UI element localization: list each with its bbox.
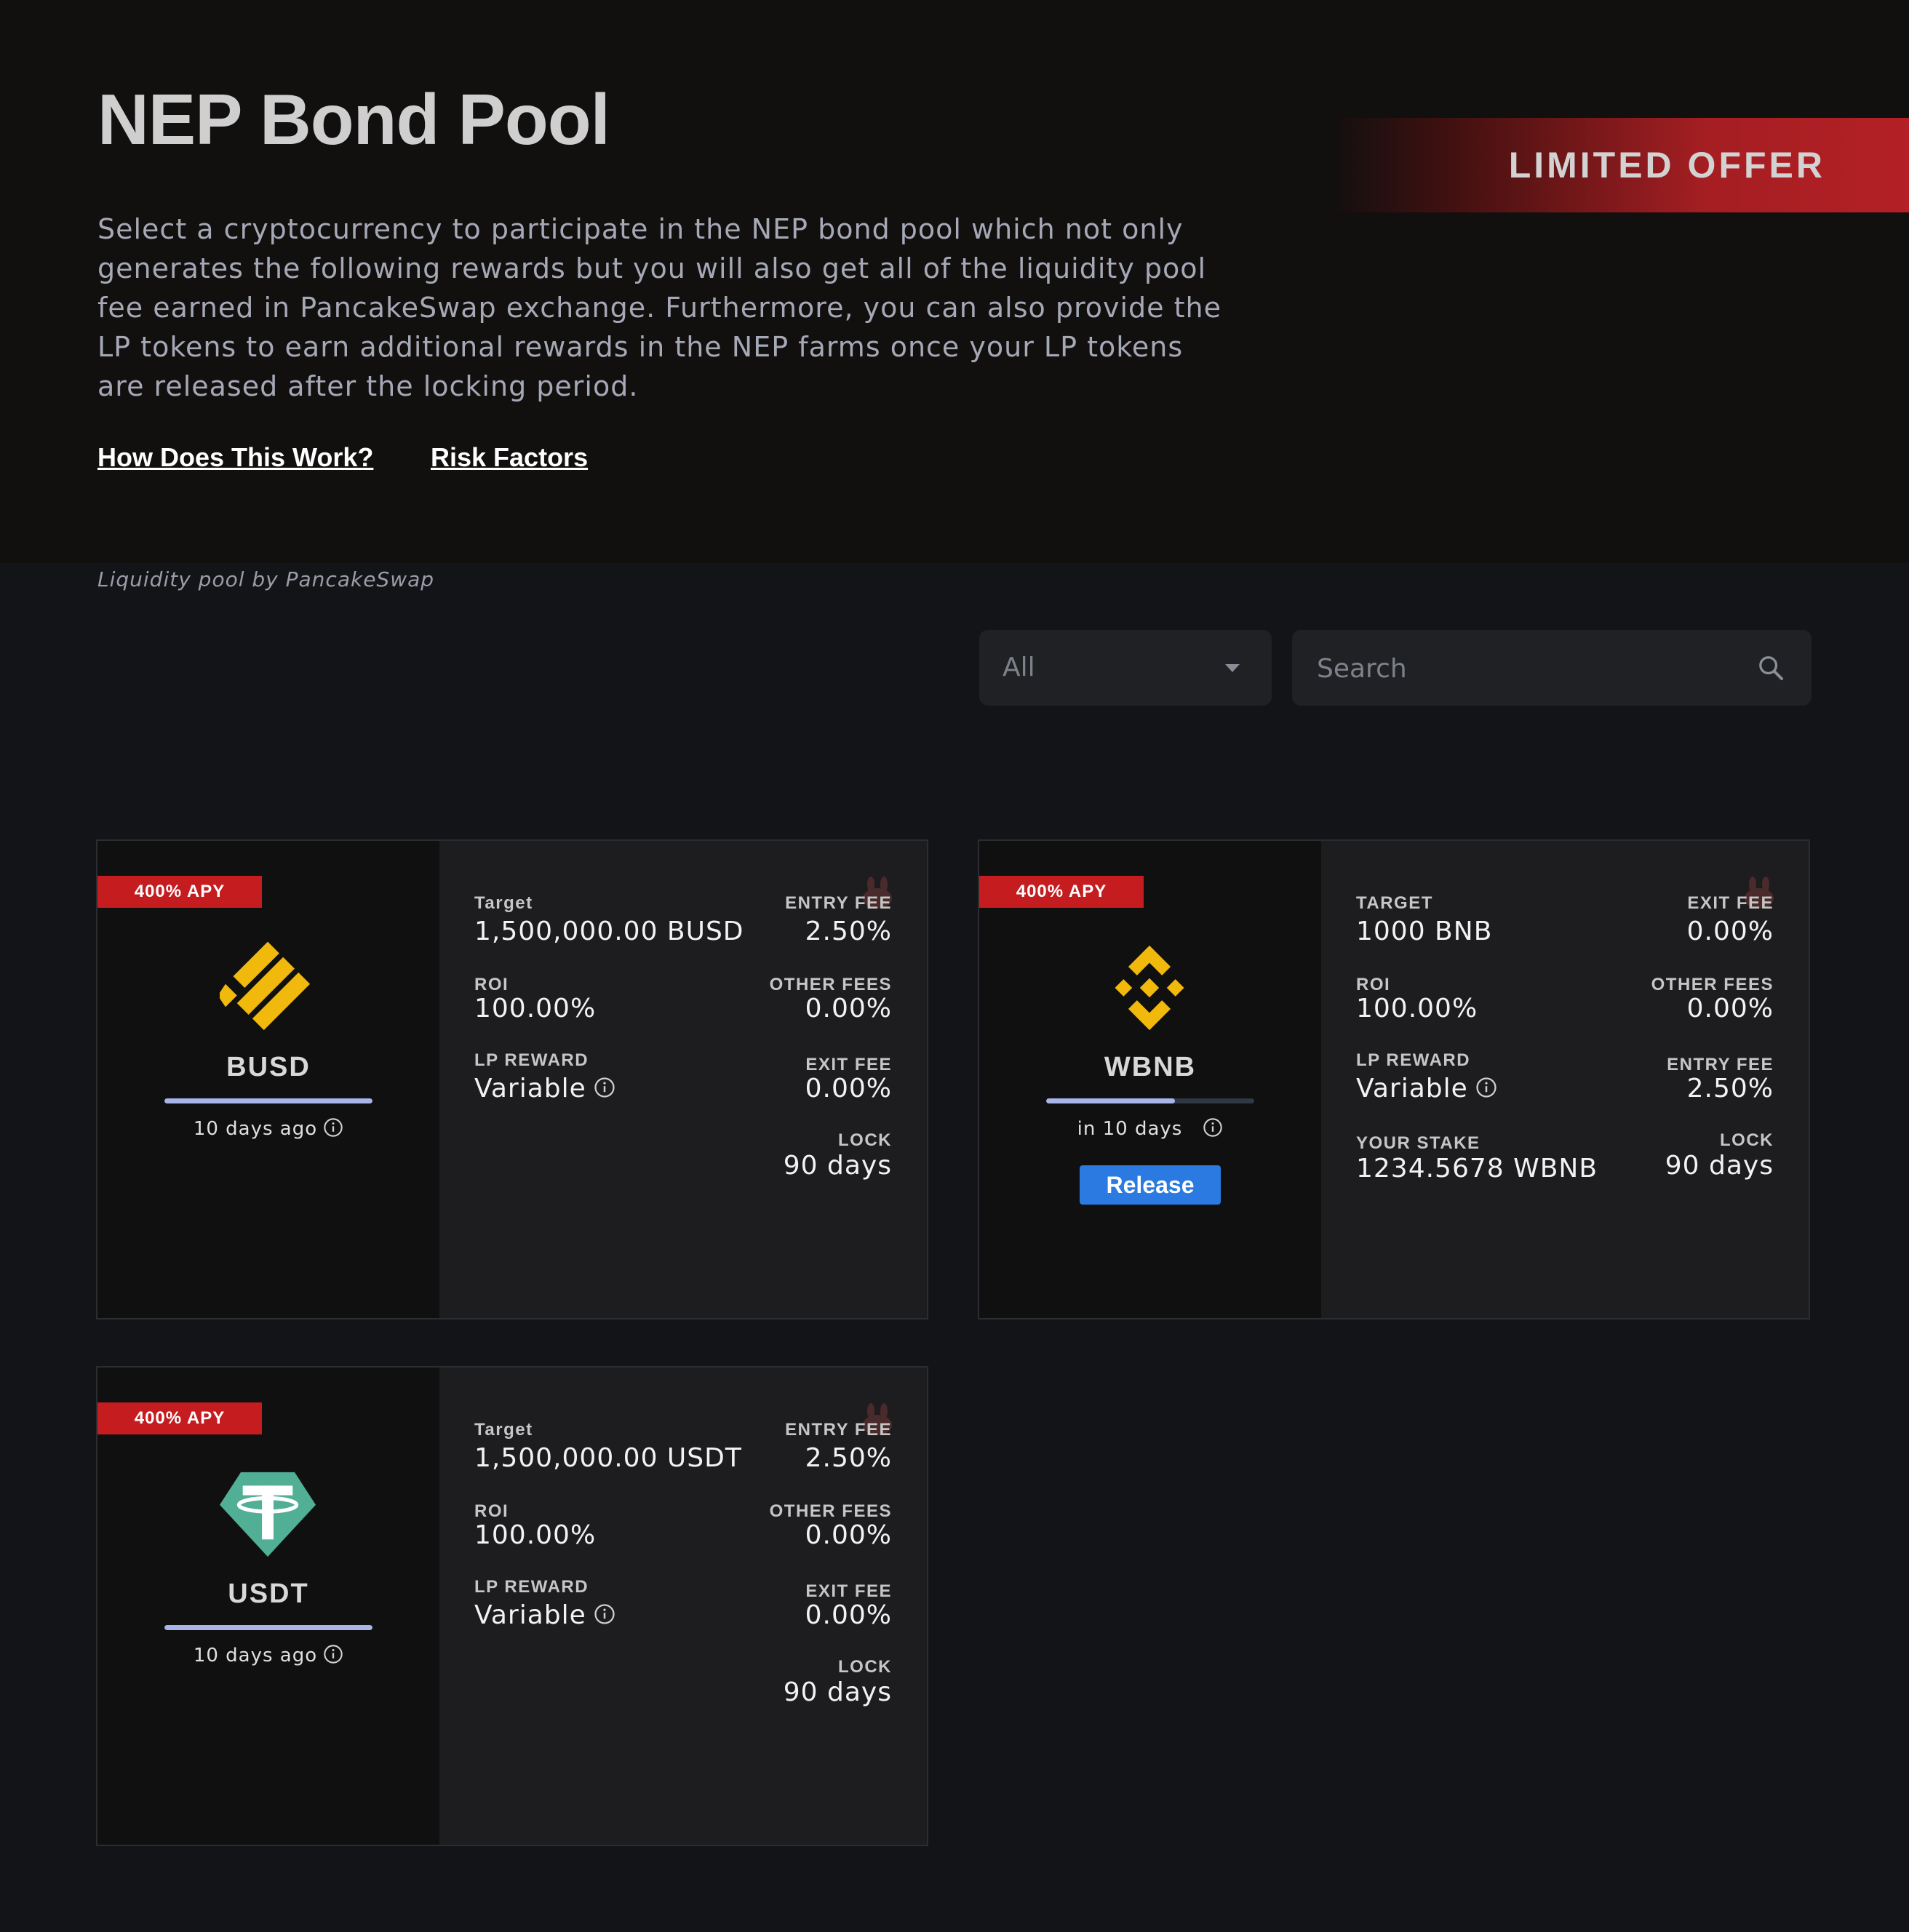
bond-progress-bar [164,1625,372,1630]
info-icon[interactable] [1475,1077,1497,1098]
bnb-logo-icon [1115,945,1184,1031]
bond-progress-fill [164,1625,372,1630]
bond-time: 10 days ago [97,1644,439,1666]
apy-badge: 400% APY [97,876,262,908]
info-icon[interactable] [323,1644,343,1664]
bond-card-usdt: 400% APY USDT 10 days ago Target 1,500,0… [96,1366,928,1846]
entry-fee-label: ENTRY FEE [785,893,892,913]
lp-reward-text: Variable [1356,1074,1468,1103]
lock-label: LOCK [1720,1130,1774,1150]
bond-time: in 10 days [979,1117,1321,1140]
apy-badge: 400% APY [979,876,1144,908]
release-button[interactable]: Release [1080,1165,1221,1205]
lock-value: 90 days [783,1151,892,1181]
info-icon[interactable] [1203,1117,1223,1138]
lp-reward-label: LP REWARD [474,1050,589,1070]
other-fees-label: OTHER FEES [769,1501,892,1521]
bond-time: 10 days ago [97,1117,439,1140]
exit-fee-label: EXIT FEE [805,1055,892,1074]
lock-label: LOCK [838,1657,892,1677]
bond-card-wbnb: 400% APY WBNB in 10 days Release TARGET … [978,839,1810,1320]
search-input[interactable] [1315,646,1726,691]
lock-value: 90 days [783,1677,892,1707]
roi-label: ROI [1356,975,1391,994]
lp-reward-value: Variable [1356,1074,1497,1103]
lp-reward-label: LP REWARD [1356,1050,1471,1070]
page-title: NEP Bond Pool [97,79,610,159]
entry-fee-label: ENTRY FEE [785,1420,892,1440]
lp-reward-text: Variable [474,1074,586,1103]
entry-fee-value: 2.50% [805,917,892,946]
coin-name: BUSD [226,1052,311,1082]
your-stake-value: 1234.5678 WBNB [1356,1154,1598,1183]
roi-value: 100.00% [1356,994,1478,1023]
bond-time-text: 10 days ago [193,1118,318,1140]
apy-badge: 400% APY [97,1402,262,1434]
your-stake-label: YOUR STAKE [1356,1133,1480,1153]
bond-progress-bar [164,1098,372,1103]
other-fees-label: OTHER FEES [769,975,892,994]
limited-offer-banner: LIMITED OFFER [1331,118,1909,212]
other-fees-value: 0.00% [805,1520,892,1550]
exit-fee-value: 0.00% [1686,917,1774,946]
roi-label: ROI [474,1501,509,1521]
lp-reward-text: Variable [474,1600,586,1630]
target-value: 1000 BNB [1356,917,1493,946]
risk-factors-link[interactable]: Risk Factors [431,442,588,473]
liquidity-pool-note: Liquidity pool by PancakeSwap [97,567,435,591]
search-icon[interactable] [1756,653,1785,682]
entry-fee-label: ENTRY FEE [1667,1055,1774,1074]
how-does-this-work-link[interactable]: How Does This Work? [97,442,373,473]
info-icon[interactable] [594,1077,615,1098]
bond-progress-fill [164,1098,372,1103]
exit-fee-value: 0.00% [805,1600,892,1630]
category-select-value: All [1003,652,1035,682]
coin-name: WBNB [1104,1052,1197,1082]
target-value: 1,500,000.00 BUSD [474,917,744,946]
target-value: 1,500,000.00 USDT [474,1443,742,1473]
exit-fee-label: EXIT FEE [805,1581,892,1601]
coin-name: USDT [228,1578,309,1609]
other-fees-value: 0.00% [1686,994,1774,1023]
entry-fee-value: 2.50% [805,1443,892,1473]
info-icon[interactable] [594,1603,615,1625]
target-label: Target [474,1420,533,1440]
busd-logo-icon [220,941,311,1031]
exit-fee-label: EXIT FEE [1687,893,1774,913]
roi-value: 100.00% [474,1520,597,1550]
roi-value: 100.00% [474,994,597,1023]
bond-progress-bar [1046,1098,1254,1103]
exit-fee-value: 0.00% [805,1074,892,1103]
target-label: TARGET [1356,893,1433,913]
bond-card-busd: 400% APY BUSD 10 days ago Target 1,500,0… [96,839,928,1320]
category-select[interactable]: All [979,630,1272,706]
hero-section: NEP Bond Pool Select a cryptocurrency to… [0,0,1909,563]
card-coin-panel: 400% APY WBNB in 10 days Release [979,841,1321,1318]
bond-time-text: in 10 days [1077,1118,1183,1140]
bond-progress-fill [1046,1098,1176,1103]
lp-reward-label: LP REWARD [474,1577,589,1597]
lp-reward-value: Variable [474,1074,615,1103]
card-coin-panel: 400% APY BUSD 10 days ago [97,841,439,1318]
lock-label: LOCK [838,1130,892,1150]
target-label: Target [474,893,533,913]
other-fees-value: 0.00% [805,994,892,1023]
bond-time-text: 10 days ago [193,1645,318,1666]
chevron-down-icon [1225,664,1240,672]
entry-fee-value: 2.50% [1686,1074,1774,1103]
page-description: Select a cryptocurrency to participate i… [97,213,1221,402]
lock-value: 90 days [1665,1151,1774,1181]
roi-label: ROI [474,975,509,994]
search-box[interactable] [1292,630,1812,706]
other-fees-label: OTHER FEES [1651,975,1774,994]
card-coin-panel: 400% APY USDT 10 days ago [97,1368,439,1845]
lp-reward-value: Variable [474,1600,615,1630]
info-icon[interactable] [323,1117,343,1138]
limited-offer-text: LIMITED OFFER [1508,145,1825,185]
usdt-logo-icon [220,1472,316,1557]
